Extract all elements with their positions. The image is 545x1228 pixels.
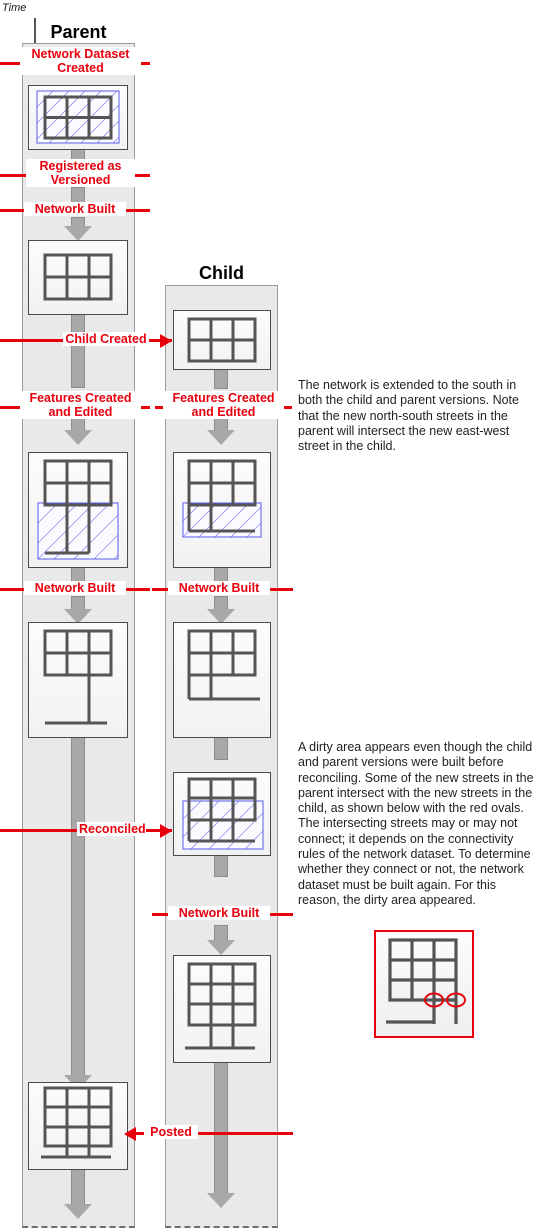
snapshot-child-built-3 (173, 955, 271, 1063)
flow-shaft-child-7 (214, 925, 228, 941)
snapshot-child-edited (173, 452, 271, 568)
note-dirty-area: A dirty area appears even though the chi… (298, 740, 534, 907)
flow-shaft-parent-8 (71, 736, 85, 1076)
flow-shaft-child-6 (214, 855, 228, 877)
event-label-network-built-2-child: Network Built (168, 581, 270, 595)
network-grid (43, 629, 113, 725)
event-line-right-network-built-2-parent (122, 588, 150, 591)
flow-shaft-parent-3 (71, 217, 85, 227)
network-grid-with-dirty-area (182, 459, 262, 538)
snapshot-parent-posted (28, 1082, 128, 1170)
flow-arrowhead-child-2 (207, 430, 235, 445)
event-line-left-network-built-1 (0, 209, 24, 212)
network-grid (36, 90, 120, 144)
event-label-network-built-1: Network Built (24, 202, 126, 216)
event-line-left-network-built-2-parent (0, 588, 24, 591)
snapshot-parent-created (28, 85, 128, 150)
event-label-posted: Posted (144, 1125, 198, 1139)
time-axis-label: Time (2, 2, 27, 14)
event-arrowhead-child-created (160, 334, 172, 348)
note-network-extension: The network is extended to the south in … (298, 378, 519, 454)
network-grid (43, 253, 113, 301)
snapshot-parent-built-2 (28, 622, 128, 738)
flow-arrowhead-parent-9 (64, 1204, 92, 1219)
flow-shaft-child-5 (214, 736, 228, 760)
flow-shaft-child-4 (214, 596, 228, 610)
event-label-network-built-2-parent: Network Built (24, 581, 126, 595)
dirty-area-detail-callout (374, 930, 474, 1038)
network-grid (41, 1086, 113, 1159)
flow-arrowhead-child-7 (207, 940, 235, 955)
network-grid (187, 629, 260, 701)
event-arrowhead-posted (124, 1127, 136, 1141)
event-label-features-created-parent: Features Created and Edited (20, 391, 141, 419)
flow-shaft-child-2 (214, 417, 228, 431)
event-label-child-created: Child Created (63, 332, 149, 346)
network-grid (187, 317, 257, 363)
flow-shaft-parent-9 (71, 1169, 85, 1205)
snapshot-parent-edited (28, 452, 128, 568)
event-label-registered-as-versioned: Registered as Versioned (26, 159, 135, 187)
flow-arrowhead-parent-5 (64, 430, 92, 445)
event-arrowhead-reconciled (160, 824, 172, 838)
flow-shaft-parent-4 (71, 314, 85, 388)
flow-shaft-parent-7 (71, 596, 85, 610)
network-grid-with-intersection-markers (386, 938, 466, 1024)
event-label-reconciled: Reconciled (77, 822, 146, 836)
flow-shaft-child-1 (214, 369, 228, 389)
network-grid-with-dirty-area (37, 459, 119, 560)
snapshot-child-reconciled (173, 772, 271, 856)
event-label-network-built-3-child: Network Built (168, 906, 270, 920)
event-label-features-created-child: Features Created and Edited (163, 391, 284, 419)
event-line-right-network-built-1 (122, 209, 150, 212)
snapshot-child-built-2 (173, 622, 271, 738)
snapshot-child-created (173, 310, 271, 370)
lane-title-parent: Parent (50, 22, 107, 42)
network-grid-with-dirty-area (182, 777, 264, 850)
lane-title-child: Child (199, 263, 244, 283)
event-label-network-dataset-created: Network Dataset Created (20, 47, 141, 75)
snapshot-parent-built-1 (28, 240, 128, 315)
flow-shaft-parent-5 (71, 417, 85, 431)
flow-arrowhead-child-8 (207, 1193, 235, 1208)
flow-arrowhead-parent-3 (64, 226, 92, 241)
network-grid (185, 962, 257, 1050)
flow-shaft-child-8 (214, 1062, 228, 1194)
